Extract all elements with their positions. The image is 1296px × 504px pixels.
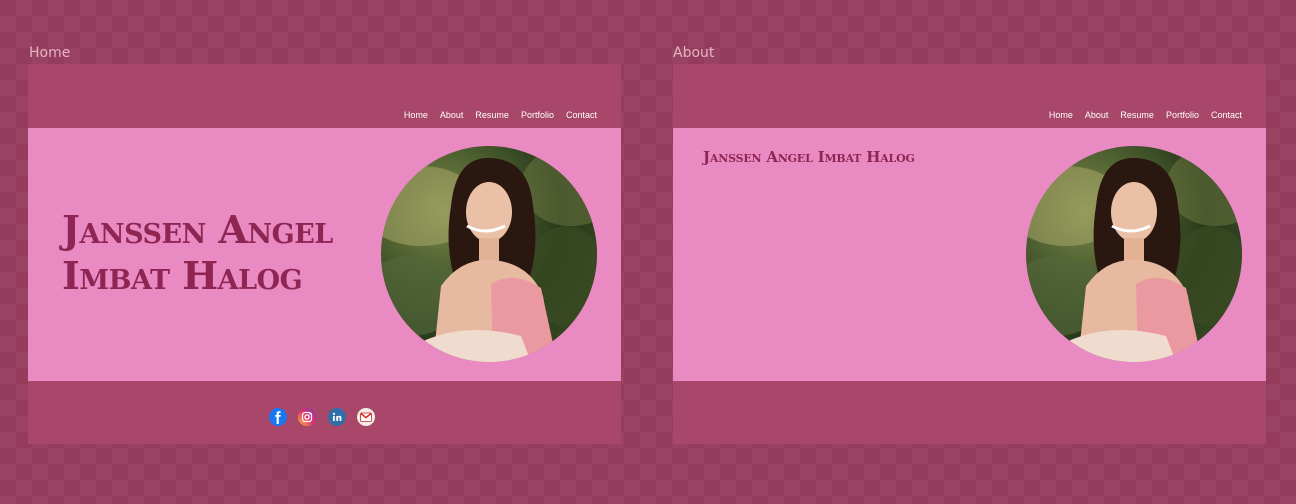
home-frame: Home About Resume Portfolio Contact Jans… [28,64,621,444]
nav-link-home[interactable]: Home [404,110,428,120]
nav-link-about[interactable]: About [1085,110,1109,120]
facebook-icon[interactable] [269,408,287,426]
hero-section: Janssen Angel Imbat Halog [28,128,621,381]
gmail-icon[interactable] [357,408,375,426]
header: Home About Resume Portfolio Contact [28,64,621,128]
frame-label-about: About [673,45,715,61]
instagram-icon[interactable] [298,408,316,426]
nav-link-portfolio[interactable]: Portfolio [1166,110,1199,120]
nav-link-contact[interactable]: Contact [1211,110,1242,120]
linkedin-icon[interactable] [328,408,346,426]
profile-photo [381,146,597,362]
nav-bar: Home About Resume Portfolio Contact [404,110,597,120]
header: Home About Resume Portfolio Contact [673,64,1266,128]
nav-bar: Home About Resume Portfolio Contact [1049,110,1242,120]
profile-photo [1026,146,1242,362]
nav-link-contact[interactable]: Contact [566,110,597,120]
about-frame: Home About Resume Portfolio Contact Jans… [673,64,1266,444]
nav-link-home[interactable]: Home [1049,110,1073,120]
hero-name: Janssen Angel Imbat Halog [62,207,333,298]
nav-link-resume[interactable]: Resume [475,110,509,120]
footer [28,381,621,444]
about-name: Janssen Angel Imbat Halog [703,148,915,166]
footer [673,381,1266,444]
nav-link-resume[interactable]: Resume [1120,110,1154,120]
hero-section: Janssen Angel Imbat Halog [673,128,1266,381]
nav-link-portfolio[interactable]: Portfolio [521,110,554,120]
nav-link-about[interactable]: About [440,110,464,120]
frame-label-home: Home [29,45,71,61]
